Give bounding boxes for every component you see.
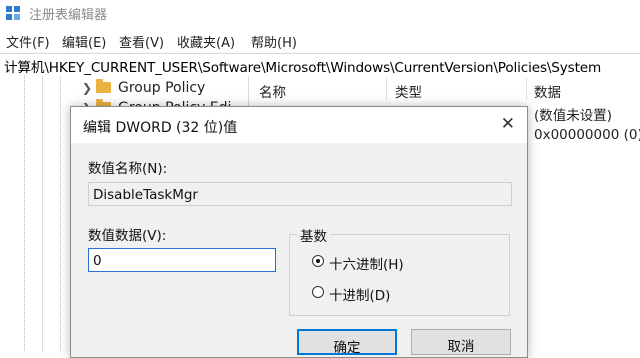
- cancel-button[interactable]: 取消: [411, 329, 511, 355]
- value-name-text: DisableTaskMgr: [93, 187, 198, 203]
- value-data-text[interactable]: 0: [93, 253, 102, 269]
- dialog-title: 编辑 DWORD (32 位)值: [83, 120, 238, 136]
- menu-bar: 文件(F) 编辑(E) 查看(V) 收藏夹(A) 帮助(H): [0, 27, 640, 53]
- ok-button-label: 确定: [333, 340, 361, 356]
- registry-editor-icon: [6, 6, 21, 21]
- dialog-title-bar[interactable]: 编辑 DWORD (32 位)值 ✕: [71, 107, 527, 143]
- folder-icon: [96, 79, 111, 93]
- radio-label-hexadecimal[interactable]: 十六进制(H): [329, 253, 404, 273]
- list-row-data[interactable]: (数值未设置): [534, 104, 612, 124]
- address-path[interactable]: 计算机\HKEY_CURRENT_USER\Software\Microsoft…: [4, 56, 601, 76]
- value-data-input[interactable]: 0: [88, 248, 276, 272]
- menu-favorites[interactable]: 收藏夹(A): [177, 32, 235, 51]
- base-group-title: 基数: [297, 225, 330, 245]
- list-row-data[interactable]: 0x00000000 (0): [534, 127, 640, 143]
- menu-view[interactable]: 查看(V): [119, 32, 164, 51]
- menu-file[interactable]: 文件(F): [6, 32, 50, 51]
- column-header-type[interactable]: 类型: [395, 81, 422, 101]
- title-bar: 注册表编辑器: [0, 0, 640, 27]
- tree-item-label: Group Policy: [118, 80, 206, 96]
- radio-circle[interactable]: [312, 286, 324, 298]
- radio-label-decimal[interactable]: 十进制(D): [329, 284, 390, 304]
- column-header-name[interactable]: 名称: [259, 81, 286, 101]
- value-name-label: 数值名称(N):: [88, 161, 168, 177]
- menu-edit[interactable]: 编辑(E): [62, 32, 106, 51]
- close-icon[interactable]: ✕: [501, 114, 515, 134]
- chevron-right-icon[interactable]: ❯: [82, 81, 92, 95]
- column-header-data[interactable]: 数据: [534, 81, 561, 101]
- cancel-button-label: 取消: [447, 339, 475, 355]
- value-data-label: 数值数据(V):: [88, 228, 167, 244]
- menu-help[interactable]: 帮助(H): [251, 32, 297, 51]
- address-bar[interactable]: 计算机\HKEY_CURRENT_USER\Software\Microsoft…: [0, 53, 640, 77]
- value-name-field: DisableTaskMgr: [88, 182, 512, 206]
- window-title: 注册表编辑器: [29, 8, 108, 23]
- base-groupbox: [289, 234, 510, 316]
- radio-circle[interactable]: [312, 255, 324, 267]
- ok-button[interactable]: 确定: [297, 329, 397, 356]
- edit-dword-dialog: 编辑 DWORD (32 位)值 ✕ 数值名称(N): DisableTaskM…: [70, 106, 528, 358]
